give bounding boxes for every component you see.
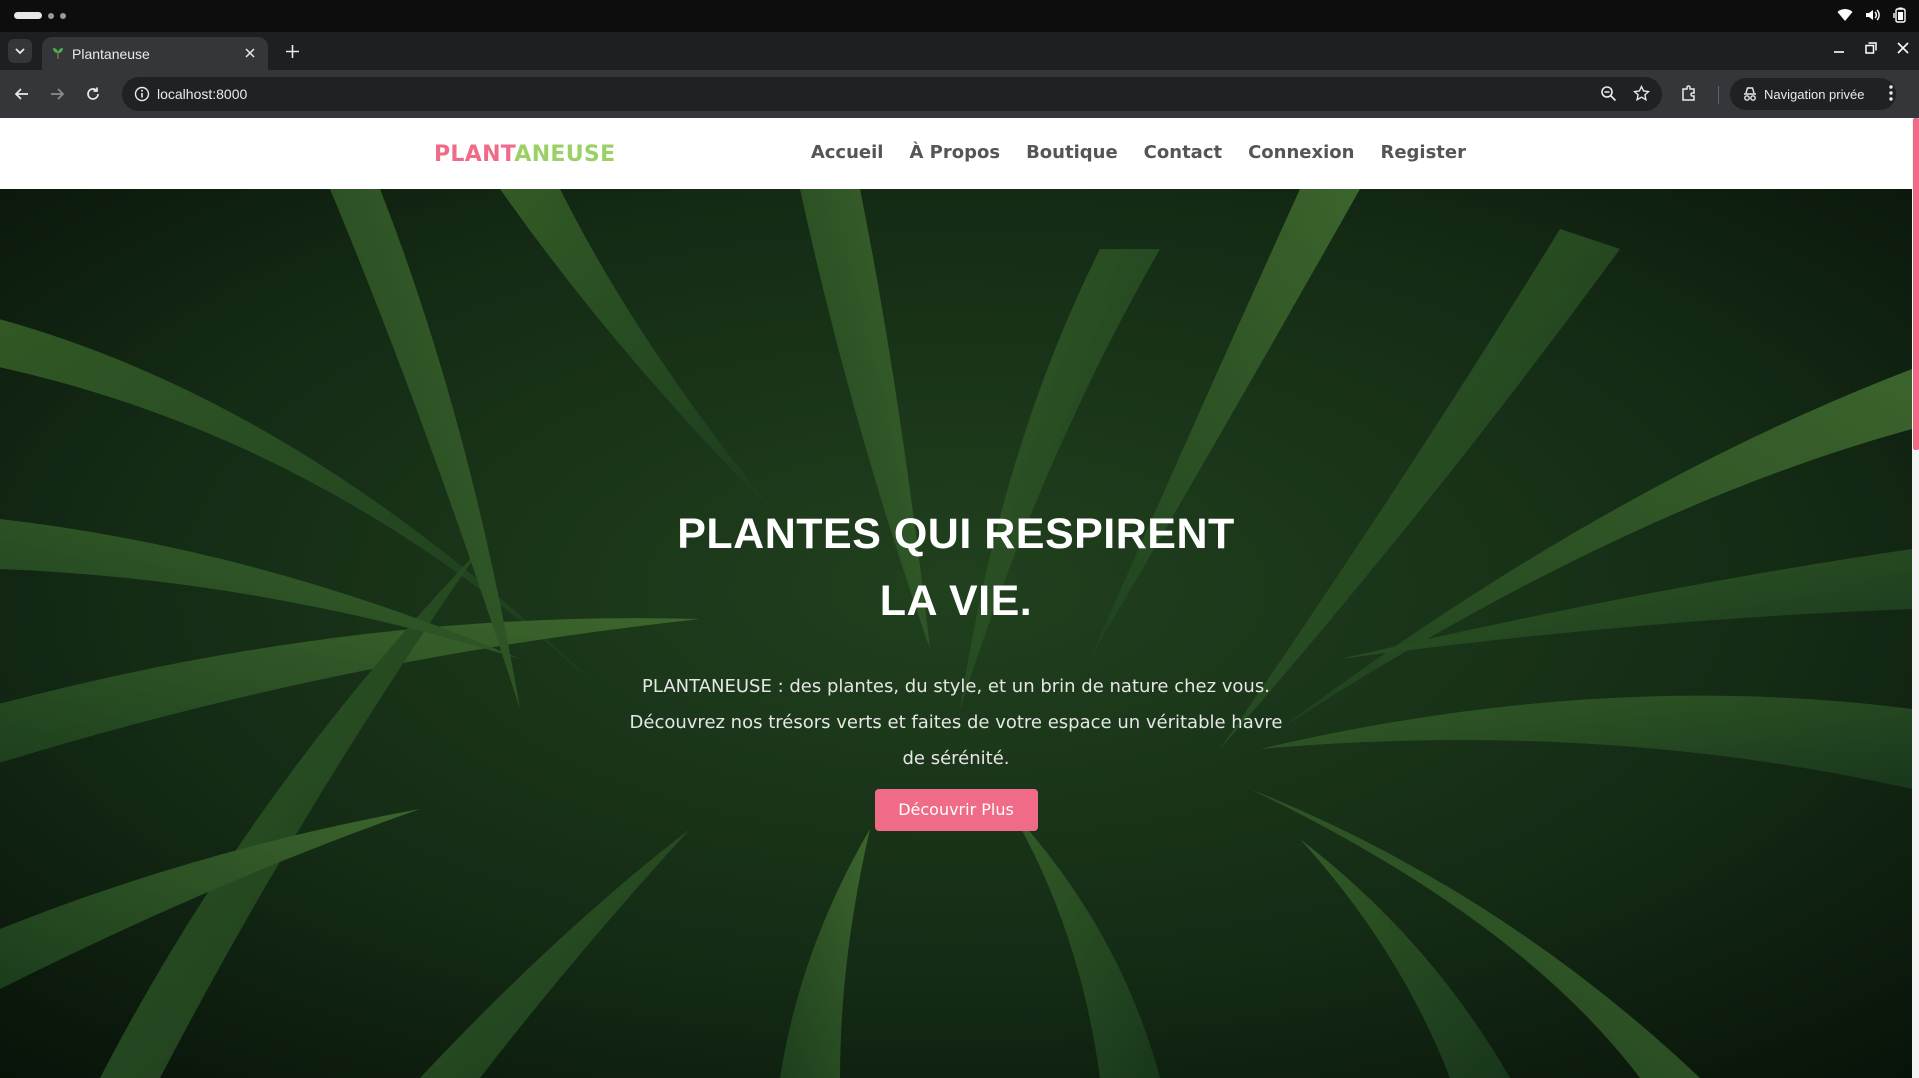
window-controls [1833, 42, 1909, 54]
os-top-bar [0, 0, 1919, 32]
plus-icon [285, 44, 299, 58]
nav-link-contact[interactable]: Contact [1144, 142, 1222, 163]
reload-icon [87, 87, 99, 100]
nav-link-register[interactable]: Register [1380, 142, 1466, 163]
chevron-down-icon [15, 48, 25, 55]
logo-part-aneuse: ANEUSE [514, 142, 616, 167]
hero-description: PLANTANEUSE : des plantes, du style, et … [629, 676, 1283, 769]
close-icon [245, 48, 255, 58]
star-icon[interactable] [1633, 85, 1650, 102]
wifi-icon [1837, 9, 1853, 21]
web-page: PLANTANEUSE Accueil À Propos Boutique Co… [0, 118, 1919, 1078]
tab-title: Plantaneuse [72, 46, 150, 62]
back-button[interactable] [12, 84, 32, 104]
scrollbar-thumb[interactable] [1913, 118, 1919, 450]
main-nav: Accueil À Propos Boutique Contact Connex… [811, 142, 1466, 163]
logo-part-plant: PLANT [434, 142, 515, 167]
hero-content: PLANTES QUI RESPIRENT LA VIE. PLANTANEUS… [556, 501, 1356, 831]
hero-title-line-2: LA VIE. [879, 577, 1033, 625]
workspace-dot[interactable] [60, 13, 66, 19]
reload-button[interactable] [83, 84, 103, 104]
hero-section: PLANTES QUI RESPIRENT LA VIE. PLANTANEUS… [0, 189, 1912, 1078]
hero-title: PLANTES QUI RESPIRENT LA VIE. [556, 501, 1356, 635]
incognito-badge[interactable]: Navigation privée [1730, 78, 1896, 110]
plant-favicon-icon [53, 48, 63, 59]
nav-link-accueil[interactable]: Accueil [811, 142, 884, 163]
info-icon[interactable] [134, 86, 150, 102]
forward-button[interactable] [47, 84, 67, 104]
incognito-icon [1744, 87, 1756, 101]
volume-icon [1866, 9, 1880, 21]
new-tab-button[interactable] [282, 41, 302, 61]
incognito-label: Navigation privée [1764, 87, 1865, 102]
nav-link-boutique[interactable]: Boutique [1026, 142, 1118, 163]
discover-more-button[interactable]: Découvrir Plus [874, 789, 1038, 831]
browser-tab-strip: Plantaneuse [0, 32, 1919, 70]
extensions-button[interactable] [1680, 84, 1698, 107]
url-text[interactable]: localhost:8000 [157, 86, 247, 102]
close-window-icon[interactable] [1897, 42, 1909, 54]
close-tab-button[interactable] [242, 45, 258, 61]
system-tray[interactable] [1837, 7, 1907, 23]
browser-toolbar: localhost:8000 Navigation privée [0, 70, 1919, 118]
nav-link-a-propos[interactable]: À Propos [909, 142, 1000, 163]
tab-search-button[interactable] [8, 39, 32, 63]
hero-title-line-1: PLANTES QUI RESPIRENT [677, 510, 1235, 558]
site-logo[interactable]: PLANTANEUSE [434, 142, 615, 167]
workspace-dot[interactable] [48, 13, 54, 19]
site-header: PLANTANEUSE Accueil À Propos Boutique Co… [0, 118, 1912, 189]
extensions-icon [1682, 85, 1695, 101]
nav-link-connexion[interactable]: Connexion [1248, 142, 1354, 163]
menu-icon [1889, 85, 1893, 101]
workspace-indicator[interactable] [14, 12, 42, 19]
browser-tab[interactable]: Plantaneuse [42, 37, 268, 70]
browser-menu-button[interactable] [1889, 84, 1893, 107]
zoom-icon[interactable] [1600, 85, 1617, 102]
restore-icon[interactable] [1865, 42, 1877, 54]
omnibox-actions [1600, 85, 1650, 102]
address-bar[interactable]: localhost:8000 [122, 77, 1662, 111]
battery-icon [1893, 7, 1906, 23]
forward-icon [51, 88, 65, 100]
minimize-icon[interactable] [1833, 42, 1845, 54]
back-icon [14, 88, 28, 100]
page-scrollbar[interactable] [1912, 118, 1919, 1078]
toolbar-separator [1718, 86, 1719, 104]
